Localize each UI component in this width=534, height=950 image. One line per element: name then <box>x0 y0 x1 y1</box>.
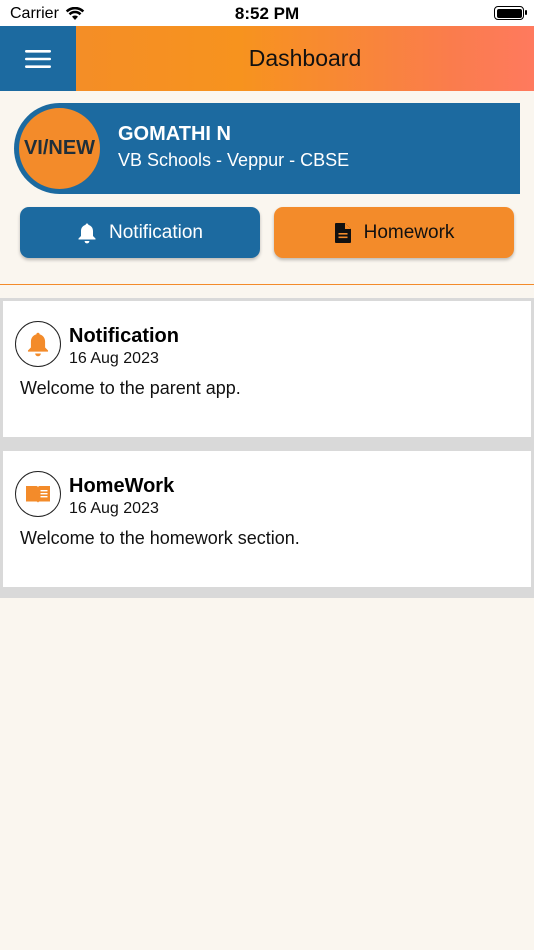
list-item: Notification 16 Aug 2023 Welcome to the … <box>0 298 534 448</box>
class-badge: VI/NEW <box>16 105 103 192</box>
school-name: VB Schools - Veppur - CBSE <box>118 150 350 170</box>
status-bar: Carrier 8:52 PM <box>0 0 534 26</box>
list-item: HomeWork 16 Aug 2023 Welcome to the home… <box>0 448 534 598</box>
card-icon-circle <box>15 321 61 367</box>
notification-button-label: Notification <box>109 221 203 243</box>
feed-list: Notification 16 Aug 2023 Welcome to the … <box>0 298 534 598</box>
card-message: Welcome to the parent app. <box>20 378 241 398</box>
card-date: 16 Aug 2023 <box>69 350 159 367</box>
app-bar: Dashboard <box>0 26 534 91</box>
student-profile-card: VI/NEW GOMATHI N VB Schools - Veppur - C… <box>14 103 520 194</box>
card-title: Notification <box>69 325 179 347</box>
section-divider <box>0 284 534 285</box>
card-date: 16 Aug 2023 <box>69 500 159 517</box>
page-title: Dashboard <box>248 45 362 71</box>
homework-button-label: Homework <box>363 221 455 243</box>
homework-button[interactable]: Homework <box>274 207 514 258</box>
card-message: Welcome to the homework section. <box>20 528 300 548</box>
homework-card[interactable]: HomeWork 16 Aug 2023 Welcome to the home… <box>3 451 531 587</box>
card-icon-circle <box>15 471 61 517</box>
hamburger-menu-icon <box>25 49 51 68</box>
notification-button[interactable]: Notification <box>20 207 260 258</box>
document-icon <box>334 222 351 243</box>
card-title: HomeWork <box>69 475 175 497</box>
battery-icon <box>494 6 527 20</box>
menu-button[interactable] <box>0 26 76 91</box>
notification-card[interactable]: Notification 16 Aug 2023 Welcome to the … <box>3 301 531 437</box>
bell-icon <box>78 223 96 243</box>
student-name: GOMATHI N <box>118 123 231 145</box>
book-icon <box>26 486 50 503</box>
status-time: 8:52 PM <box>234 4 300 23</box>
bell-icon <box>27 332 49 357</box>
